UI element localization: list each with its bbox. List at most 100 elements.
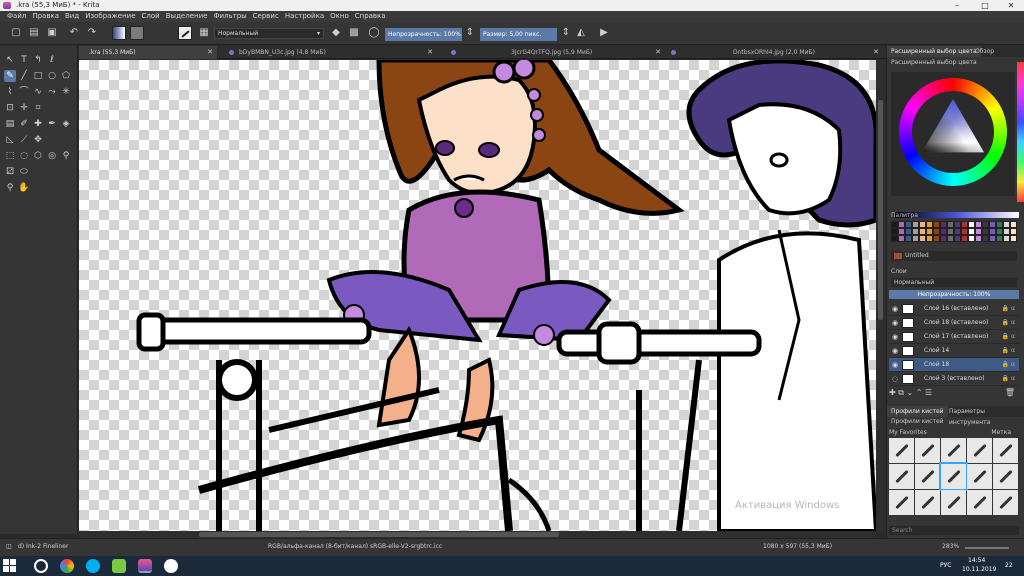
ellipse-tool-icon[interactable]: ○ xyxy=(46,70,58,82)
palette-swatch[interactable] xyxy=(891,228,898,235)
bezier-select-tool-icon[interactable]: ⬭ xyxy=(18,166,30,178)
dynamic-brush-tool-icon[interactable]: ⤳ xyxy=(46,86,58,98)
ellipse-select-tool-icon[interactable]: ◌ xyxy=(18,150,30,162)
eye-icon[interactable]: ◉ xyxy=(892,333,898,341)
eye-icon[interactable]: ◉ xyxy=(892,347,898,355)
eraser-icon[interactable]: ◆ xyxy=(330,27,342,39)
palette-swatch[interactable] xyxy=(989,235,996,242)
palette-swatch[interactable] xyxy=(919,235,926,242)
colorize-mask-tool-icon[interactable]: ✒ xyxy=(46,118,58,130)
chrome-icon[interactable] xyxy=(60,559,74,573)
brush-preset[interactable] xyxy=(941,438,966,463)
size-spin-icon[interactable]: ⇕ xyxy=(560,27,572,39)
brush-preset[interactable] xyxy=(915,490,940,515)
brush-preset[interactable] xyxy=(967,464,992,489)
color-picker-tool-icon[interactable]: ✐ xyxy=(18,118,30,130)
pan-tool-icon[interactable]: ✋ xyxy=(18,182,30,194)
drawing-canvas[interactable]: Активация Windows xyxy=(79,60,876,531)
palette-swatch[interactable] xyxy=(968,235,975,242)
brush-tag-filter[interactable]: My Favorites xyxy=(889,429,927,436)
opacity-slider[interactable]: Непрозрачность: 100% xyxy=(385,28,462,41)
mirror-vertical-icon[interactable]: ▶ xyxy=(598,27,610,39)
tab-close-icon[interactable]: ✕ xyxy=(207,46,213,59)
hue-ring[interactable] xyxy=(899,78,1007,186)
layers-blend-select[interactable]: Нормальный xyxy=(891,278,1017,287)
palette-swatch[interactable] xyxy=(961,221,968,228)
brush-search-input[interactable]: Search xyxy=(889,526,1019,535)
vertical-scrollbar[interactable] xyxy=(876,60,885,531)
skype-icon[interactable] xyxy=(86,559,100,573)
palette-swatch[interactable] xyxy=(968,228,975,235)
palette-swatch[interactable] xyxy=(940,221,947,228)
eye-icon[interactable]: ◉ xyxy=(892,361,898,369)
similar-select-tool-icon[interactable]: ⚂ xyxy=(4,166,16,178)
brush-preset-selector[interactable] xyxy=(178,26,192,40)
eye-icon[interactable]: ◉ xyxy=(892,319,898,327)
bezier-tool-icon[interactable]: ⌒ xyxy=(18,86,30,98)
menu-edit[interactable]: Правка xyxy=(29,11,62,22)
gradient-tool-icon[interactable]: ▤ xyxy=(4,118,16,130)
move-down-icon[interactable]: ⌄ xyxy=(907,388,914,397)
palette-swatch[interactable] xyxy=(1010,221,1017,228)
menu-select[interactable]: Выделение xyxy=(163,11,211,22)
tab-document-3[interactable]: 3JcrG4QrTFQ.jpg (5,9 МиБ) ✕ xyxy=(447,46,665,59)
horizontal-scrollbar[interactable] xyxy=(79,531,876,538)
windows-start-icon[interactable] xyxy=(3,559,17,573)
palette-swatch[interactable] xyxy=(891,221,898,228)
save-icon[interactable]: ▣ xyxy=(46,27,58,39)
smart-patch-tool-icon[interactable]: ✚ xyxy=(32,118,44,130)
palette-swatch[interactable] xyxy=(975,235,982,242)
gradient-selector[interactable] xyxy=(112,26,126,40)
palette-swatch[interactable] xyxy=(898,228,905,235)
brush-preset[interactable] xyxy=(889,464,914,489)
tab-close-icon[interactable]: ✕ xyxy=(655,46,661,59)
menu-view[interactable]: Вид xyxy=(62,11,82,22)
brush-preset-selected[interactable] xyxy=(939,462,968,491)
close-button[interactable]: ✕ xyxy=(998,0,1024,11)
crop-tool-icon[interactable]: ⌗ xyxy=(32,102,44,114)
opacity-spin-icon[interactable]: ⇕ xyxy=(464,27,476,39)
tab-tool-options[interactable]: Параметры инструмента xyxy=(945,406,1024,426)
alpha-lock-icon[interactable]: ▩ xyxy=(348,27,360,39)
palette-swatch[interactable] xyxy=(926,228,933,235)
clock-date[interactable]: 10.11.2019 xyxy=(962,565,996,575)
palette-swatch[interactable] xyxy=(898,221,905,228)
menu-help[interactable]: Справка xyxy=(352,11,389,22)
layer-row[interactable]: ◉ Слой 16 (вставлено) 🔒 α xyxy=(889,302,1019,316)
palette-swatch[interactable] xyxy=(933,221,940,228)
notifications-badge[interactable]: 22 xyxy=(1005,561,1013,571)
redo-icon[interactable]: ↷ xyxy=(86,27,98,39)
menu-file[interactable]: Файл xyxy=(4,11,29,22)
tab-close-icon[interactable]: ✕ xyxy=(873,46,879,59)
app-icon[interactable] xyxy=(112,559,126,573)
palette-swatch[interactable] xyxy=(1003,235,1010,242)
size-slider[interactable]: Размер: 5,00 пикс. xyxy=(480,28,557,41)
delete-layer-icon[interactable]: 🗑 xyxy=(1005,388,1015,397)
rect-select-tool-icon[interactable]: ⬚ xyxy=(4,150,16,162)
rectangle-tool-icon[interactable]: □ xyxy=(32,70,44,82)
brush-preset[interactable] xyxy=(993,438,1018,463)
palette-swatch[interactable] xyxy=(954,235,961,242)
palette-selector[interactable]: Untitled xyxy=(891,251,1017,261)
menu-filters[interactable]: Фильтры xyxy=(210,11,249,22)
zoom-slider[interactable] xyxy=(965,547,1009,549)
palette-swatch[interactable] xyxy=(989,221,996,228)
measure-tool-icon[interactable]: ⟋ xyxy=(18,134,30,146)
magic-wand-tool-icon[interactable]: ⚲ xyxy=(60,150,72,162)
palette-swatch[interactable] xyxy=(919,221,926,228)
palette-swatch[interactable] xyxy=(947,221,954,228)
brush-preset[interactable] xyxy=(889,438,914,463)
layer-row-selected[interactable]: ◉ Слой 18 🔒 α xyxy=(889,358,1019,372)
lock-icon[interactable]: 🔒 α xyxy=(1002,358,1015,372)
reset-icon[interactable]: ◯ xyxy=(368,27,380,39)
palette-swatch[interactable] xyxy=(961,235,968,242)
maximize-button[interactable]: □ xyxy=(972,0,998,11)
line-tool-icon[interactable]: ╱ xyxy=(18,70,30,82)
zoom-level[interactable]: 283% xyxy=(942,543,959,550)
lock-icon[interactable]: 🔒 α xyxy=(1002,372,1015,386)
palette-swatch[interactable] xyxy=(905,235,912,242)
palette-swatch[interactable] xyxy=(982,221,989,228)
tab-brush-presets[interactable]: Профили кистей xyxy=(887,406,948,417)
brush-preset[interactable] xyxy=(967,490,992,515)
palette-swatch[interactable] xyxy=(954,221,961,228)
